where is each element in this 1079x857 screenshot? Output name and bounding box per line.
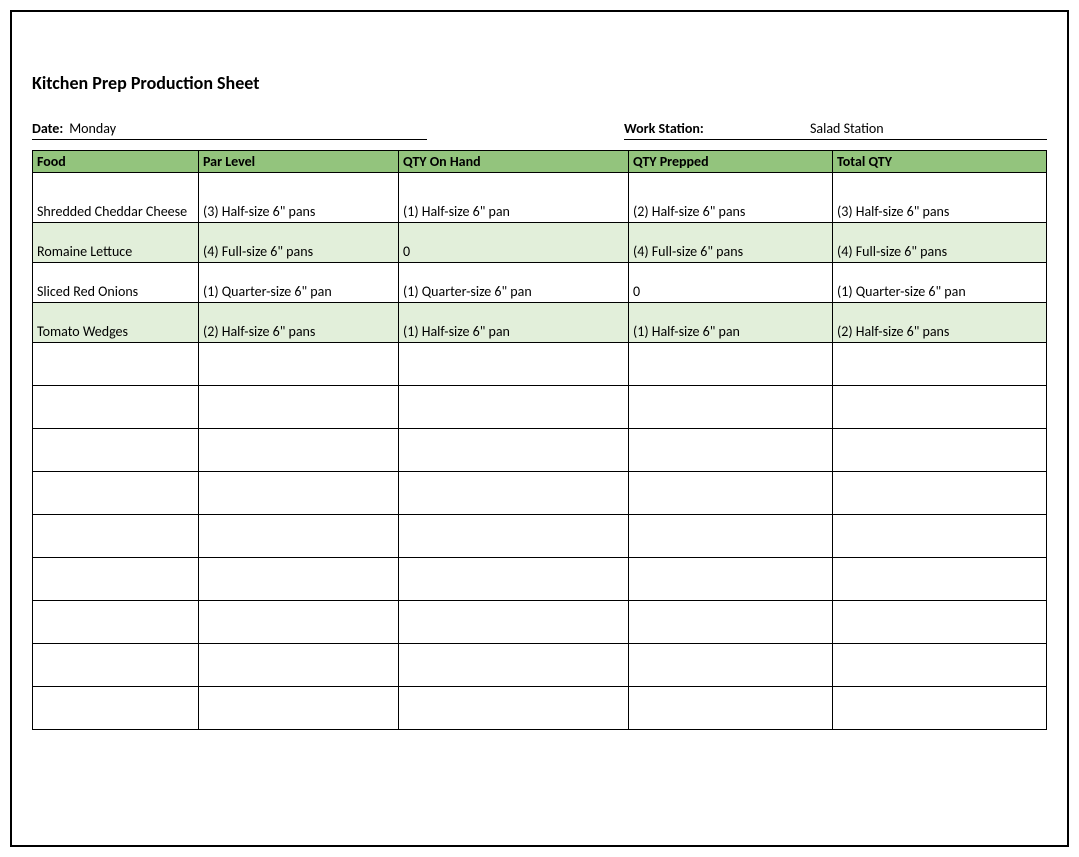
header-total: Total QTY	[833, 151, 1047, 173]
cell-empty	[629, 515, 833, 558]
cell-empty	[399, 601, 629, 644]
cell-empty	[33, 644, 199, 687]
cell-onhand: (1) Quarter-size 6" pan	[399, 263, 629, 303]
cell-par: (1) Quarter-size 6" pan	[199, 263, 399, 303]
production-table: Food Par Level QTY On Hand QTY Prepped T…	[32, 150, 1047, 730]
cell-empty	[399, 687, 629, 730]
cell-empty	[199, 601, 399, 644]
cell-empty	[33, 472, 199, 515]
cell-empty	[399, 429, 629, 472]
date-field: Date: Monday	[32, 120, 427, 140]
cell-food: Tomato Wedges	[33, 303, 199, 343]
cell-empty	[33, 429, 199, 472]
cell-empty	[33, 558, 199, 601]
cell-empty	[399, 472, 629, 515]
cell-empty	[629, 601, 833, 644]
cell-empty	[629, 687, 833, 730]
table-row: Sliced Red Onions(1) Quarter-size 6" pan…	[33, 263, 1047, 303]
cell-onhand: 0	[399, 223, 629, 263]
cell-empty	[399, 558, 629, 601]
cell-prepped: 0	[629, 263, 833, 303]
cell-food: Shredded Cheddar Cheese	[33, 173, 199, 223]
cell-empty	[833, 515, 1047, 558]
table-row-empty	[33, 386, 1047, 429]
date-label: Date:	[32, 120, 63, 137]
station-label: Work Station:	[624, 120, 804, 137]
cell-total: (4) Full-size 6" pans	[833, 223, 1047, 263]
table-row-empty	[33, 601, 1047, 644]
cell-empty	[199, 386, 399, 429]
cell-empty	[399, 343, 629, 386]
table-row-empty	[33, 343, 1047, 386]
cell-empty	[199, 472, 399, 515]
table-header-row: Food Par Level QTY On Hand QTY Prepped T…	[33, 151, 1047, 173]
station-field: Work Station: Salad Station	[624, 120, 1047, 140]
cell-empty	[833, 472, 1047, 515]
table-row: Romaine Lettuce(4) Full-size 6" pans0(4)…	[33, 223, 1047, 263]
cell-empty	[399, 644, 629, 687]
cell-par: (2) Half-size 6" pans	[199, 303, 399, 343]
cell-empty	[833, 687, 1047, 730]
date-value: Monday	[69, 120, 116, 137]
cell-empty	[629, 429, 833, 472]
cell-prepped: (4) Full-size 6" pans	[629, 223, 833, 263]
cell-empty	[629, 644, 833, 687]
table-row-empty	[33, 644, 1047, 687]
header-prepped: QTY Prepped	[629, 151, 833, 173]
cell-empty	[199, 515, 399, 558]
cell-food: Romaine Lettuce	[33, 223, 199, 263]
header-par: Par Level	[199, 151, 399, 173]
cell-empty	[629, 558, 833, 601]
page-frame: Kitchen Prep Production Sheet Date: Mond…	[10, 10, 1069, 847]
cell-empty	[833, 429, 1047, 472]
table-row-empty	[33, 515, 1047, 558]
cell-total: (3) Half-size 6" pans	[833, 173, 1047, 223]
cell-total: (1) Quarter-size 6" pan	[833, 263, 1047, 303]
cell-empty	[199, 558, 399, 601]
table-row: Shredded Cheddar Cheese(3) Half-size 6" …	[33, 173, 1047, 223]
header-onhand: QTY On Hand	[399, 151, 629, 173]
cell-par: (4) Full-size 6" pans	[199, 223, 399, 263]
cell-empty	[833, 386, 1047, 429]
cell-prepped: (2) Half-size 6" pans	[629, 173, 833, 223]
cell-empty	[199, 644, 399, 687]
cell-empty	[629, 472, 833, 515]
cell-empty	[33, 601, 199, 644]
cell-food: Sliced Red Onions	[33, 263, 199, 303]
cell-empty	[199, 343, 399, 386]
cell-empty	[629, 386, 833, 429]
cell-onhand: (1) Half-size 6" pan	[399, 173, 629, 223]
table-row-empty	[33, 558, 1047, 601]
cell-empty	[833, 343, 1047, 386]
meta-row: Date: Monday Work Station: Salad Station	[32, 120, 1047, 140]
cell-empty	[399, 515, 629, 558]
table-row: Tomato Wedges(2) Half-size 6" pans(1) Ha…	[33, 303, 1047, 343]
cell-empty	[833, 644, 1047, 687]
station-value: Salad Station	[810, 120, 884, 137]
cell-empty	[833, 558, 1047, 601]
cell-total: (2) Half-size 6" pans	[833, 303, 1047, 343]
cell-prepped: (1) Half-size 6" pan	[629, 303, 833, 343]
meta-gap	[427, 120, 624, 140]
table-row-empty	[33, 429, 1047, 472]
cell-empty	[399, 386, 629, 429]
cell-empty	[629, 343, 833, 386]
cell-par: (3) Half-size 6" pans	[199, 173, 399, 223]
cell-empty	[33, 515, 199, 558]
table-row-empty	[33, 687, 1047, 730]
cell-onhand: (1) Half-size 6" pan	[399, 303, 629, 343]
cell-empty	[199, 687, 399, 730]
sheet-title: Kitchen Prep Production Sheet	[32, 72, 1047, 94]
cell-empty	[33, 386, 199, 429]
cell-empty	[199, 429, 399, 472]
table-row-empty	[33, 472, 1047, 515]
cell-empty	[33, 687, 199, 730]
cell-empty	[33, 343, 199, 386]
header-food: Food	[33, 151, 199, 173]
cell-empty	[833, 601, 1047, 644]
table-body: Shredded Cheddar Cheese(3) Half-size 6" …	[33, 173, 1047, 730]
